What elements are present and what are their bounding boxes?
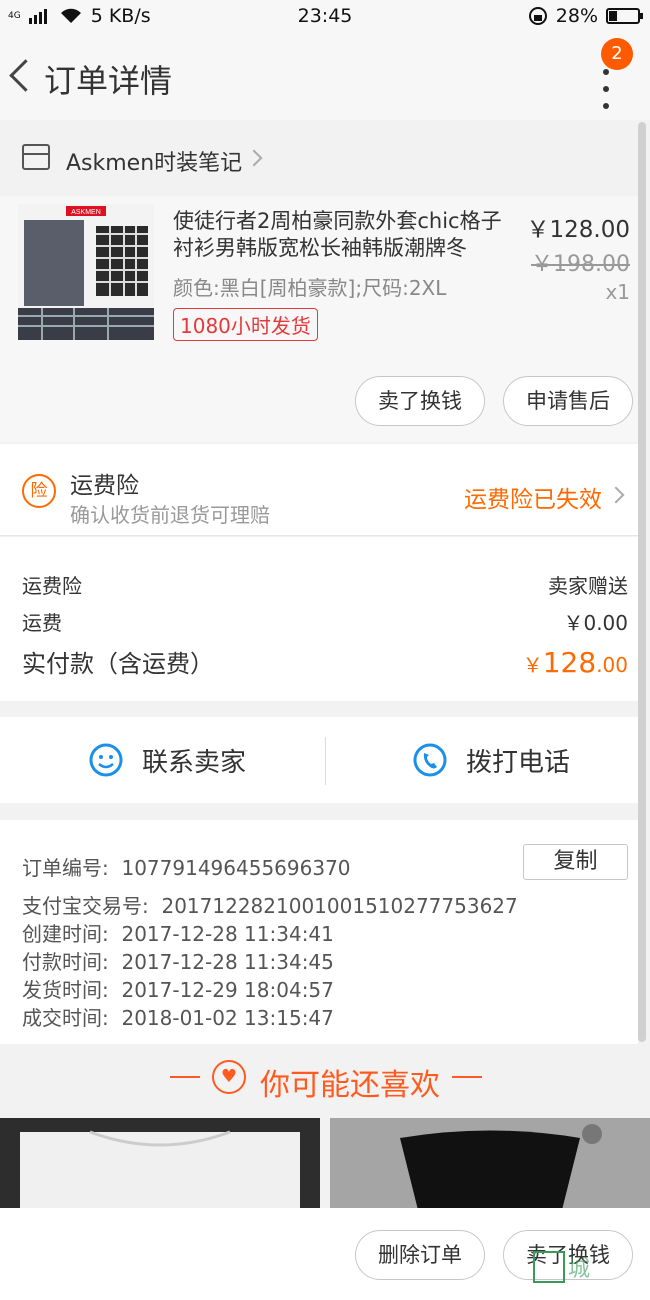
back-button[interactable] bbox=[6, 54, 36, 94]
call-phone-button[interactable]: 拨打电话 bbox=[412, 717, 570, 803]
recommend-item[interactable] bbox=[330, 1118, 650, 1218]
insurance-icon: 险 bbox=[22, 474, 56, 508]
fee-label: 运费险 bbox=[22, 574, 82, 598]
order-info: 订单编号: 107791496455696370 复制 支付宝交易号: 2017… bbox=[0, 820, 638, 1044]
info-label: 发货时间: bbox=[22, 978, 109, 1002]
shipping-tag: 1080小时发货 bbox=[173, 308, 318, 341]
info-label: 订单编号: bbox=[22, 856, 109, 880]
svg-text:城: 城 bbox=[568, 1257, 590, 1282]
chevron-right-icon bbox=[245, 149, 263, 167]
info-value: 2017-12-29 18:04:57 bbox=[121, 978, 334, 1002]
info-label: 创建时间: bbox=[22, 922, 109, 946]
shipped-time-row: 发货时间: 2017-12-29 18:04:57 bbox=[22, 974, 334, 1003]
store-icon bbox=[22, 144, 50, 170]
alipay-trade-row: 支付宝交易号: 2017122821001001510277753627 bbox=[22, 890, 518, 919]
insurance-title: 运费险 bbox=[70, 473, 139, 499]
dot-icon bbox=[603, 86, 609, 92]
total-amount: ￥128.00 bbox=[523, 646, 628, 679]
chat-bubble-icon bbox=[89, 743, 123, 777]
sell-for-cash-button[interactable]: 卖了换钱 bbox=[355, 376, 485, 426]
info-label: 支付宝交易号: bbox=[22, 894, 149, 918]
chevron-right-icon bbox=[607, 486, 625, 504]
brand-tag: ASKMEN bbox=[71, 209, 101, 216]
more-menu-button[interactable] bbox=[598, 69, 614, 109]
battery-icon bbox=[606, 8, 643, 24]
recommend-header: ♥ 你可能还喜欢 bbox=[0, 1046, 650, 1118]
shop-header[interactable]: Askmen时装笔记 bbox=[0, 122, 638, 194]
fee-row: 运费 ￥0.00 bbox=[22, 607, 628, 636]
insurance-subtitle: 确认收货前退货可理赔 bbox=[70, 503, 270, 527]
completed-time-row: 成交时间: 2018-01-02 13:15:47 bbox=[22, 1002, 334, 1031]
fee-total-row: 实付款（含运费） ￥128.00 bbox=[22, 644, 628, 679]
status-bar: 4G 5 KB/s 23:45 28% bbox=[0, 0, 650, 34]
product-price: ￥128.00 bbox=[526, 217, 630, 243]
freight-insurance[interactable]: 险 运费险 确认收货前退货可理赔 运费险已失效 bbox=[0, 444, 638, 536]
info-value: 107791496455696370 bbox=[121, 856, 351, 880]
call-phone-label: 拨打电话 bbox=[466, 747, 571, 778]
contact-bar: 联系卖家 拨打电话 bbox=[0, 717, 638, 803]
total-label: 实付款（含运费） bbox=[22, 650, 214, 678]
page-title: 订单详情 bbox=[44, 62, 173, 100]
product-card: ASKMEN 使徒行者2周柏豪同款外套chic格子衬衫男韩版宽松长袖韩版潮牌冬 … bbox=[0, 196, 638, 442]
product-quantity: x1 bbox=[605, 280, 630, 304]
nav-bar: 订单详情 bbox=[0, 34, 650, 120]
paid-time-row: 付款时间: 2017-12-28 11:34:45 bbox=[22, 946, 334, 975]
info-label: 付款时间: bbox=[22, 950, 109, 974]
watermark: 城 bbox=[532, 1248, 650, 1300]
divider bbox=[325, 737, 326, 785]
watermark-logo: 城 bbox=[533, 1251, 590, 1283]
fee-label: 运费 bbox=[22, 611, 62, 635]
order-number-row: 订单编号: 107791496455696370 bbox=[22, 852, 351, 881]
recommend-item[interactable] bbox=[0, 1118, 320, 1218]
product-title[interactable]: 使徒行者2周柏豪同款外套chic格子衬衫男韩版宽松长袖韩版潮牌冬 bbox=[173, 208, 513, 262]
fee-value: ￥0.00 bbox=[563, 611, 628, 635]
dot-icon bbox=[603, 103, 609, 109]
total-decimal: .00 bbox=[596, 653, 628, 677]
delete-order-button[interactable]: 删除订单 bbox=[355, 1230, 485, 1280]
product-original-price: ￥198.00 bbox=[531, 252, 630, 277]
fee-row: 运费险 卖家赠送 bbox=[22, 570, 628, 599]
total-currency: ￥ bbox=[522, 653, 543, 677]
shop-name: Askmen时装笔记 bbox=[66, 151, 243, 176]
contact-seller-button[interactable]: 联系卖家 bbox=[88, 717, 246, 803]
total-main: 128 bbox=[542, 646, 597, 679]
notification-badge: 2 bbox=[601, 38, 633, 70]
decor-line bbox=[452, 1076, 482, 1078]
fee-summary: 运费险 卖家赠送 运费 ￥0.00 实付款（含运费） ￥128.00 bbox=[0, 537, 638, 701]
battery-level bbox=[609, 11, 617, 21]
contact-seller-label: 联系卖家 bbox=[142, 747, 247, 778]
info-label: 成交时间: bbox=[22, 1006, 109, 1030]
created-time-row: 创建时间: 2017-12-28 11:34:41 bbox=[22, 918, 334, 947]
dot-icon bbox=[603, 69, 609, 75]
copy-order-number-button[interactable]: 复制 bbox=[523, 844, 628, 880]
info-value: 2017-12-28 11:34:41 bbox=[121, 922, 334, 946]
battery-percent: 28% bbox=[555, 5, 598, 27]
phone-icon bbox=[413, 743, 447, 777]
recommend-title: 你可能还喜欢 bbox=[260, 1068, 440, 1103]
fee-value: 卖家赠送 bbox=[548, 574, 628, 598]
product-spec: 颜色:黑白[周柏豪款];尺码:2XL bbox=[173, 276, 447, 300]
info-value: 2018-01-02 13:15:47 bbox=[121, 1006, 334, 1030]
insurance-status: 运费险已失效 bbox=[464, 487, 602, 513]
product-image[interactable]: ASKMEN bbox=[18, 204, 154, 340]
info-value: 2017-12-28 11:34:45 bbox=[121, 950, 334, 974]
scrollbar[interactable] bbox=[638, 122, 646, 1042]
info-value: 2017122821001001510277753627 bbox=[161, 894, 518, 918]
apply-after-sale-button[interactable]: 申请售后 bbox=[503, 376, 633, 426]
rotation-lock-icon bbox=[528, 7, 547, 25]
